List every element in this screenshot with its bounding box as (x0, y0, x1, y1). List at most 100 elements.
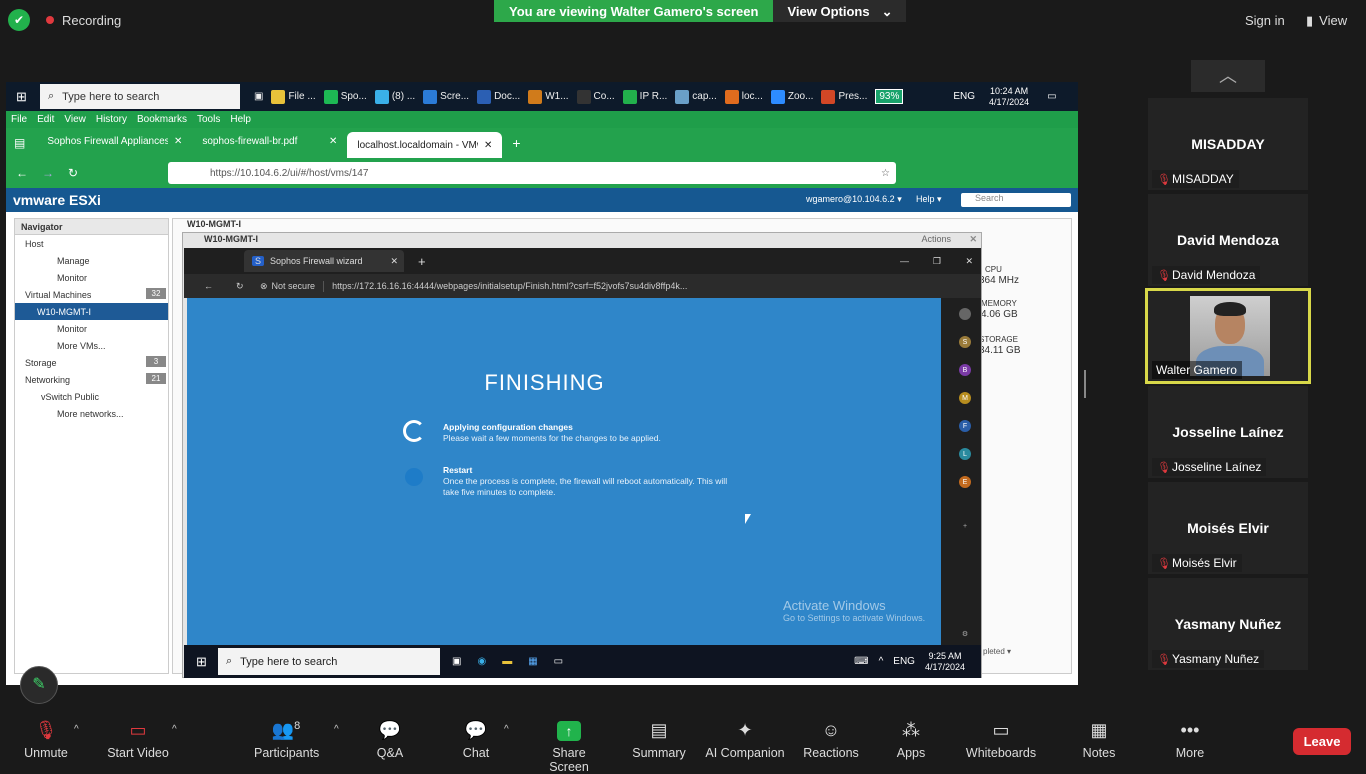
esxi-help-menu[interactable]: Help ▾ (916, 194, 942, 205)
unmute-button[interactable]: 🎙 Unmute (22, 720, 70, 760)
menu-item[interactable]: Bookmarks (137, 114, 187, 125)
navigator-item[interactable]: More VMs... (15, 337, 168, 354)
participant-tile-active-speaker[interactable]: Walter Gamero (1145, 288, 1311, 384)
bookmark-star-icon[interactable]: ☆ (881, 168, 890, 179)
participant-tile[interactable]: Yasmany Nuñez 🎙 Yasmany Nuñez (1148, 578, 1308, 670)
qa-button[interactable]: 💬 Q&A (370, 720, 410, 760)
address-bar[interactable]: https://10.104.6.2/ui/#/host/vms/147 ☆ (168, 162, 896, 184)
sidebar-app-icon[interactable]: F (959, 420, 971, 432)
sidebar-app-icon[interactable]: S (959, 336, 971, 348)
ai-companion-button[interactable]: ✦ AI Companion (704, 720, 786, 760)
browser-tab[interactable]: sophos-firewall-br.pdf ✕ (192, 128, 347, 154)
menu-item[interactable]: View (64, 114, 86, 125)
esxi-search-input[interactable]: Search (961, 193, 1071, 207)
terminal-icon[interactable]: ▭ (554, 656, 563, 667)
tray-chevron-icon[interactable]: ^ (879, 656, 884, 667)
vm-taskbar-search[interactable]: ⌕ Type here to search (218, 648, 440, 675)
minimize-icon[interactable]: — (900, 256, 909, 266)
apps-button[interactable]: ⁂ Apps (890, 720, 932, 760)
menu-item[interactable]: File (11, 114, 27, 125)
notes-button[interactable]: ▦ Notes (1078, 720, 1120, 760)
participant-tile[interactable]: David Mendoza 🎙 David Mendoza (1148, 194, 1308, 286)
vm-clock[interactable]: 9:25 AM 4/17/2024 (925, 651, 965, 673)
participants-button[interactable]: 👥8 Participants (254, 720, 319, 760)
sidebar-app-icon[interactable]: M (959, 392, 971, 404)
new-tab-icon[interactable]: + (512, 135, 520, 151)
close-icon[interactable]: ✕ (969, 234, 977, 245)
sidebar-app-icon[interactable]: E (959, 476, 971, 488)
taskbar-app[interactable]: Pres... (817, 82, 871, 111)
tray-language[interactable]: ENG (893, 656, 915, 667)
close-window-icon[interactable]: ✕ (965, 256, 973, 267)
task-view-icon[interactable]: ▣ (250, 82, 267, 111)
navigator-item[interactable]: Manage (15, 252, 168, 269)
back-icon[interactable]: ← (204, 281, 213, 291)
reload-icon[interactable]: ↻ (236, 281, 244, 292)
forward-icon[interactable]: → (42, 166, 54, 180)
close-tab-icon[interactable]: ✕ (390, 256, 398, 267)
back-icon[interactable]: ← (16, 166, 28, 180)
reactions-button[interactable]: ☺ Reactions (802, 720, 860, 760)
sidebar-app-icon[interactable]: L (959, 448, 971, 460)
start-video-button[interactable]: ▭ Start Video (106, 720, 170, 760)
menu-item[interactable]: Help (230, 114, 251, 125)
navigator-item[interactable]: vSwitch Public (15, 388, 168, 405)
taskbar-app[interactable]: File ... (267, 82, 319, 111)
taskbar-app[interactable]: W1... (524, 82, 572, 111)
chat-button[interactable]: 💬 Chat (456, 720, 496, 760)
leave-button[interactable]: Leave (1293, 728, 1351, 755)
summary-button[interactable]: ▤ Summary (630, 720, 688, 760)
navigator-item[interactable]: Storage 3 (15, 354, 168, 371)
browser-tab[interactable]: Sophos Firewall Appliances: XG ✕ (37, 128, 192, 154)
vm-tab[interactable]: W10-MGMT-I (187, 219, 241, 229)
reload-icon[interactable]: ↻ (68, 166, 78, 180)
sidebar-app-icon[interactable] (959, 308, 971, 320)
participant-tile[interactable]: Josseline Laínez 🎙 Josseline Laínez (1148, 386, 1308, 478)
taskbar-app[interactable]: cap... (671, 82, 720, 111)
navigator-item[interactable]: W10-MGMT-I (15, 303, 168, 320)
annotate-pencil-icon[interactable]: ✎ (20, 666, 58, 704)
chat-caret-icon[interactable]: ^ (504, 724, 509, 735)
edge-tab-sophos[interactable]: S Sophos Firewall wizard ✕ (244, 250, 404, 272)
view-options-button[interactable]: View Options ⌄ (773, 0, 907, 22)
navigator-item[interactable]: Monitor (15, 320, 168, 337)
taskbar-clock[interactable]: 10:24 AM 4/17/2024 (989, 86, 1029, 108)
gear-icon[interactable]: ⚙ (959, 628, 971, 640)
close-tab-icon[interactable]: ✕ (484, 140, 492, 151)
task-view-icon[interactable]: ▣ (452, 656, 461, 667)
navigator-item[interactable]: Monitor (15, 269, 168, 286)
close-tab-icon[interactable]: ✕ (174, 136, 182, 147)
participants-caret-icon[interactable]: ^ (334, 724, 339, 735)
keyboard-icon[interactable]: ⌨ (854, 656, 868, 667)
maximize-icon[interactable]: ❐ (933, 256, 941, 267)
taskbar-app[interactable]: IP R... (619, 82, 672, 111)
actions-menu[interactable]: Actions (921, 234, 951, 244)
edge-icon[interactable]: ◉ (477, 656, 486, 667)
audio-options-caret-icon[interactable]: ^ (74, 724, 79, 735)
more-button[interactable]: ••• More (1170, 720, 1210, 760)
video-options-caret-icon[interactable]: ^ (172, 724, 177, 735)
add-icon[interactable]: + (959, 520, 971, 532)
panel-divider[interactable] (1084, 370, 1086, 398)
browser-tab[interactable]: localhost.localdomain - VMware ✕ (347, 132, 503, 158)
taskbar-app[interactable]: Spo... (320, 82, 371, 111)
participant-tile[interactable]: Moisés Elvir 🎙 Moisés Elvir (1148, 482, 1308, 574)
notifications-icon[interactable]: ▭ (1047, 91, 1056, 102)
taskbar-app[interactable]: Co... (573, 82, 619, 111)
menu-item[interactable]: History (96, 114, 127, 125)
edge-url[interactable]: https://172.16.16.16:4444/webpages/initi… (332, 281, 722, 291)
windows-start-icon[interactable]: ⊞ (16, 89, 27, 105)
navigator-item[interactable]: Virtual Machines 32 (15, 286, 168, 303)
tab-overview-icon[interactable]: ▤ (14, 136, 25, 150)
battery-indicator[interactable]: 93% (875, 89, 904, 104)
sign-in-button[interactable]: Sign in (1245, 13, 1285, 28)
not-secure-indicator[interactable]: ⊗ Not secure (260, 280, 325, 292)
taskbar-app[interactable]: Doc... (473, 82, 524, 111)
windows-start-icon[interactable]: ⊞ (196, 654, 207, 670)
taskbar-app[interactable]: (8) ... (371, 82, 419, 111)
new-tab-icon[interactable]: + (418, 254, 426, 269)
sidebar-app-icon[interactable]: B (959, 364, 971, 376)
shared-screen[interactable]: ⊞ ⌕ Type here to search ▣ File ... Spo... (… (6, 82, 1078, 685)
share-screen-button[interactable]: ↑ Share Screen (532, 720, 606, 774)
participant-tile[interactable]: MISADDAY 🎙 MISADDAY (1148, 98, 1308, 190)
